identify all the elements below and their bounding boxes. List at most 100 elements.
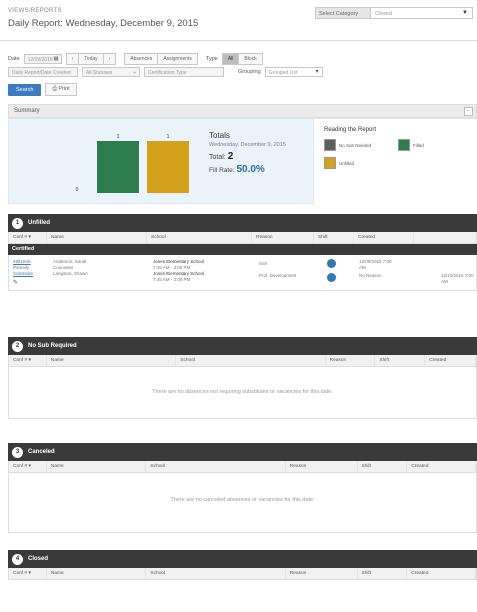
- nosub-header[interactable]: 2 No Sub Required: [8, 337, 477, 355]
- report-type-select[interactable]: Daily Report/Date Created: [8, 67, 78, 77]
- column-headers: Conf # ▾ Name School Reason Shift Create…: [8, 568, 477, 580]
- nosub-section: 2 No Sub Required Conf # ▾ Name School R…: [8, 337, 477, 419]
- next-day-button[interactable]: ›: [103, 54, 116, 64]
- assignments-option[interactable]: Assignments: [158, 54, 197, 64]
- grouping-value: Grouped List: [268, 70, 298, 76]
- collapse-icon[interactable]: −: [464, 107, 473, 116]
- category-label: Select Category: [316, 8, 371, 18]
- pencil-icon[interactable]: ✎: [13, 280, 18, 286]
- bar-value-label: 1: [167, 134, 170, 140]
- category-dropdown[interactable]: Closed ▼: [371, 8, 472, 18]
- report-header: VIEWS/REPORTS Daily Report: Wednesday, D…: [0, 0, 477, 38]
- filter-row-1: Date 12/09/2015 ▦ ‹ Today › Absences Ass…: [8, 53, 263, 65]
- col-school[interactable]: School: [147, 232, 252, 243]
- bar-value-label: 1: [117, 134, 120, 140]
- section-title: Unfilled: [28, 220, 50, 226]
- column-headers: Conf # ▾ Name School Reason Shift Create…: [8, 232, 477, 244]
- summary-title: Summary: [14, 108, 40, 114]
- section-title: No Sub Required: [28, 343, 77, 349]
- chevron-down-icon: ⌄: [132, 69, 137, 75]
- caret-down-icon: ▼: [314, 69, 320, 75]
- report-type-value: Daily Report/Date Created: [12, 70, 71, 76]
- col-name[interactable]: Name: [47, 461, 147, 472]
- breadcrumb: VIEWS/REPORTS: [8, 8, 62, 14]
- legend-swatch: [324, 157, 336, 169]
- totals-date: Wednesday, December 9, 2015: [209, 142, 286, 148]
- page-title: Daily Report: Wednesday, December 9, 201…: [8, 18, 199, 29]
- column-headers: Conf # ▾ Name School Reason Shift Create…: [8, 461, 477, 473]
- col-created[interactable]: Created: [354, 232, 414, 243]
- col-school[interactable]: School: [176, 355, 326, 366]
- section-number: 2: [12, 340, 23, 352]
- view-block-toggle[interactable]: Block: [239, 54, 262, 64]
- summary-header[interactable]: Summary −: [8, 104, 477, 118]
- substitute-link[interactable]: Substitute: [13, 271, 33, 277]
- col-conf[interactable]: Conf # ▾: [9, 461, 47, 472]
- section-title: Canceled: [28, 449, 55, 455]
- certification-value: Certification Type: [148, 70, 187, 76]
- legend-label: Unfilled: [339, 160, 355, 166]
- col-shift[interactable]: Shift: [358, 461, 408, 472]
- col-name[interactable]: Name: [47, 232, 147, 243]
- certification-select[interactable]: Certification Type: [144, 67, 224, 77]
- right-date: 12/12/2015 7:00 AM: [441, 273, 474, 284]
- section-number: 1: [12, 217, 23, 229]
- status-value: All Statuses: [86, 70, 113, 76]
- grouping-select[interactable]: Grouped List ▼: [264, 67, 323, 77]
- canceled-section: 3 Canceled Conf # ▾ Name School Reason S…: [8, 443, 477, 533]
- category-value: Closed: [375, 11, 393, 17]
- print-button[interactable]: ⎙ Print: [45, 83, 77, 96]
- col-conf[interactable]: Conf # ▾: [9, 568, 47, 579]
- bar-value-label: 0: [76, 187, 79, 193]
- col-created[interactable]: Created: [407, 568, 476, 579]
- table-row[interactable]: 4861845 Partially Substitute ✎ Anderson,…: [8, 255, 477, 291]
- school-time-2: 7:45 AM - 3:00 PM: [153, 277, 191, 282]
- empty-message: There are no canceled absences or vacanc…: [8, 473, 477, 533]
- section-number: 4: [12, 553, 23, 565]
- printer-icon: ⎙: [52, 86, 57, 92]
- col-created[interactable]: Created: [407, 461, 476, 472]
- legend-label: Filled: [413, 142, 424, 148]
- unfilled-section: 1 Unfilled Conf # ▾ Name School Reason S…: [8, 214, 477, 291]
- col-created[interactable]: Created: [425, 355, 476, 366]
- date-value: 12/09/2015: [27, 57, 53, 63]
- col-school[interactable]: School: [146, 461, 286, 472]
- status-select[interactable]: All Statuses ⌄: [82, 67, 140, 77]
- legend-swatch: [324, 139, 336, 151]
- col-name[interactable]: Name: [47, 355, 177, 366]
- col-reason[interactable]: Reason: [286, 461, 358, 472]
- summary-bar-chart: 0 1 1: [76, 134, 189, 193]
- category-selector[interactable]: Select Category Closed ▼: [315, 7, 473, 19]
- shift-indicator: [327, 273, 336, 282]
- certified-subheader: Certified: [8, 244, 477, 255]
- unfilled-header[interactable]: 1 Unfilled: [8, 214, 477, 232]
- filter-panel: Date 12/09/2015 ▦ ‹ Today › Absences Ass…: [0, 40, 477, 100]
- column-headers: Conf # ▾ Name School Reason Shift Create…: [8, 355, 477, 367]
- col-reason[interactable]: Reason: [252, 232, 314, 243]
- col-conf[interactable]: Conf # ▾: [9, 232, 47, 243]
- fill-rate-value: 50.0%: [236, 163, 265, 175]
- canceled-header[interactable]: 3 Canceled: [8, 443, 477, 461]
- legend-items: No Sub Needed Filled Unfilled: [324, 139, 468, 169]
- col-name[interactable]: Name: [47, 568, 147, 579]
- calendar-icon: ▦: [53, 56, 59, 62]
- absences-option[interactable]: Absences: [125, 54, 159, 64]
- col-reason[interactable]: Reason: [326, 355, 376, 366]
- today-button[interactable]: Today: [79, 54, 104, 64]
- filter-row-2: Daily Report/Date Created All Statuses ⌄…: [8, 67, 323, 77]
- col-reason[interactable]: Reason: [286, 568, 358, 579]
- prev-day-button[interactable]: ‹: [66, 54, 80, 64]
- view-all-toggle[interactable]: All: [222, 54, 240, 64]
- col-shift[interactable]: Shift: [314, 232, 354, 243]
- col-shift[interactable]: Shift: [375, 355, 426, 366]
- legend-label: No Sub Needed: [339, 142, 372, 148]
- type-options: Absences Assignments: [124, 53, 198, 65]
- col-school[interactable]: School: [146, 568, 286, 579]
- date-input[interactable]: 12/09/2015 ▦: [23, 54, 62, 64]
- closed-header[interactable]: 4 Closed: [8, 550, 477, 568]
- col-conf[interactable]: Conf # ▾: [9, 355, 47, 366]
- col-shift[interactable]: Shift: [358, 568, 408, 579]
- report-legend: Reading the Report No Sub Needed Filled …: [313, 119, 477, 205]
- search-button[interactable]: Search: [8, 83, 42, 96]
- fill-rate-label: Fill Rate:: [209, 166, 235, 174]
